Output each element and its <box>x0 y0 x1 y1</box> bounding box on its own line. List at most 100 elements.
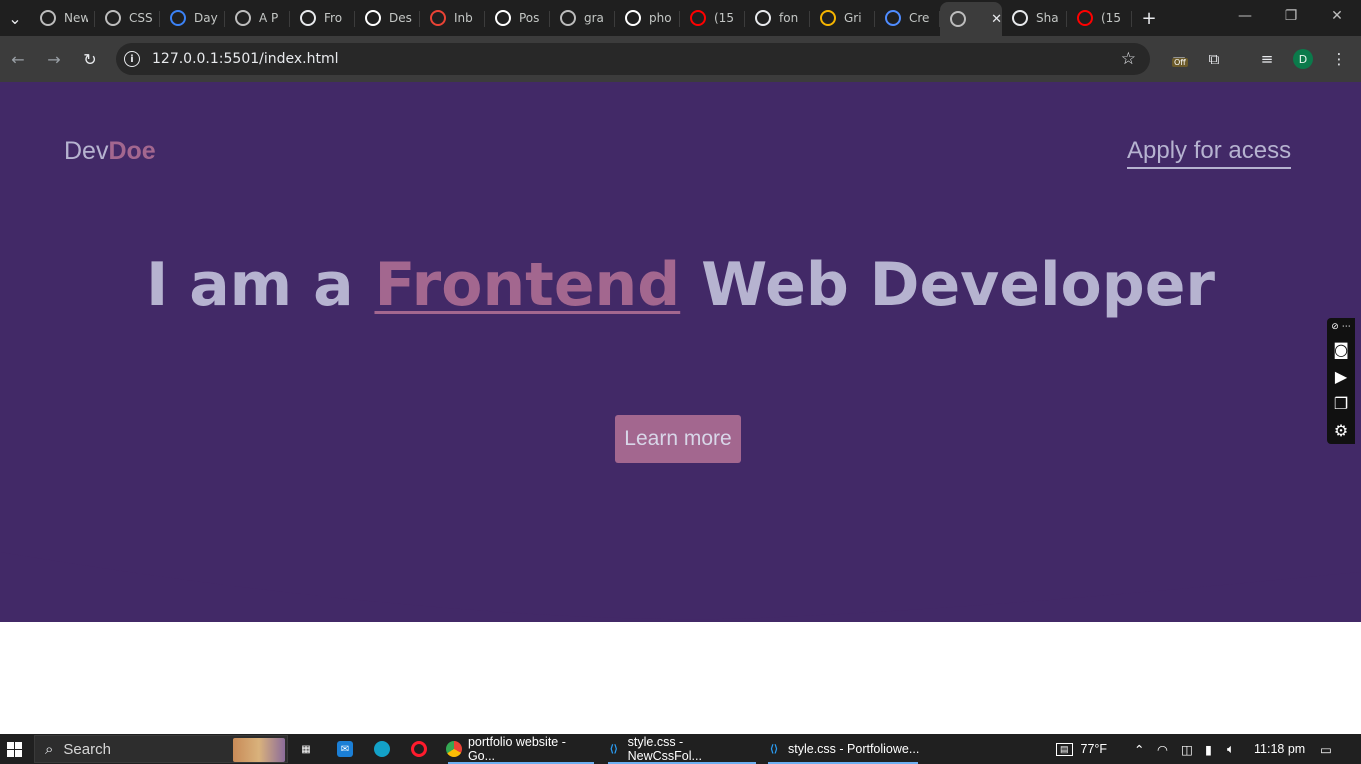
close-window-icon[interactable]: ✕ <box>1314 0 1360 32</box>
site-info-icon[interactable]: i <box>124 51 140 67</box>
tab-title: Inb <box>454 11 473 25</box>
browser-tab[interactable]: (15 <box>680 2 745 34</box>
new-tab-button[interactable]: + <box>1132 2 1166 34</box>
taskbar-app-label: style.css - NewCssFol... <box>627 735 702 763</box>
page-viewport: DevDoe Apply for acess I am a Frontend W… <box>0 82 1361 734</box>
opera-icon[interactable] <box>411 736 433 762</box>
learn-more-button[interactable]: Learn more <box>615 415 741 463</box>
taskbar-app-vscode-2[interactable]: ⟨⟩ style.css - Portfoliowe... <box>766 736 920 764</box>
chrome-icon <box>40 10 56 26</box>
tray-chevron-icon[interactable]: ⌃ <box>1134 734 1144 764</box>
copy-window-icon[interactable]: ❐ <box>1334 390 1348 417</box>
meet-icon[interactable]: ◫ <box>1181 734 1193 764</box>
tab-title: CSS <box>129 11 153 25</box>
search-highlight-image <box>233 738 285 762</box>
settings-gear-icon[interactable]: ⚙ <box>1334 417 1348 444</box>
browser-tab-strip: ⌄ New CSS Day A P Fro Des Inb Pos gra pho (15 fon Gr… <box>0 0 1361 36</box>
taskbar-app-vscode-1[interactable]: ⟨⟩ style.css - NewCssFol... <box>606 735 758 764</box>
openai-icon <box>235 10 251 26</box>
weather-temp: 77°F <box>1080 742 1108 756</box>
taskbar-app-label: style.css - Portfoliowe... <box>788 742 920 756</box>
hero-headline: I am a Frontend Web Developer <box>0 252 1361 318</box>
medal-icon <box>820 10 836 26</box>
start-windows-icon[interactable] <box>0 734 28 764</box>
tab-search-chevron-icon[interactable]: ⌄ <box>0 2 30 34</box>
mail-icon[interactable]: ✉ <box>337 736 359 762</box>
camera-icon[interactable]: ◙ <box>1333 336 1349 363</box>
logo-prefix: Dev <box>64 137 109 165</box>
bookmark-star-icon[interactable]: ☆ <box>1121 49 1136 69</box>
globe-blue-icon <box>170 10 186 26</box>
tab-title: Day <box>194 11 218 25</box>
minimize-icon[interactable]: — <box>1222 0 1268 32</box>
globe-icon <box>950 11 966 27</box>
power-icon[interactable]: ▮ <box>1205 734 1212 764</box>
apply-access-link[interactable]: Apply for acess <box>1127 135 1292 169</box>
headline-highlight: Frontend <box>374 250 681 320</box>
address-bar[interactable]: i 127.0.0.1:5501/index.html ☆ <box>116 43 1150 75</box>
globe-icon <box>560 10 576 26</box>
browser-tab[interactable]: A P <box>225 2 290 34</box>
browser-tab[interactable]: Des <box>355 2 420 34</box>
tab-title: (15 <box>1101 11 1121 25</box>
extensions-puzzle-icon[interactable]: ⧉ <box>1199 44 1229 74</box>
hero-wave-divider <box>0 552 1361 620</box>
headline-before: I am a <box>145 250 354 320</box>
video-camera-icon[interactable]: ▶ <box>1335 363 1347 390</box>
medium-icon <box>495 10 511 26</box>
extension-off-badge: Off <box>1172 58 1188 67</box>
edge-icon[interactable] <box>374 736 396 762</box>
tab-title: Pos <box>519 11 540 25</box>
blob-icon <box>1012 10 1028 26</box>
wifi-icon[interactable]: ◠ <box>1157 734 1168 764</box>
tab-title: Des <box>389 11 412 25</box>
volume-icon[interactable]: 🔈︎ <box>1227 734 1235 764</box>
taskbar-search-box[interactable]: ⌕ Search <box>34 735 288 763</box>
tab-title: (15 <box>714 11 734 25</box>
tab-title: A P <box>259 11 279 25</box>
gmail-icon <box>430 10 446 26</box>
capture-pin-icon[interactable]: ⊘ ⋯ <box>1331 318 1350 336</box>
weather-icon: ▤ <box>1056 742 1073 756</box>
restore-icon[interactable]: ❐ <box>1268 0 1314 32</box>
task-view-icon[interactable]: ▦ <box>298 736 320 762</box>
menu-kebab-icon[interactable]: ⋮ <box>1324 44 1354 74</box>
browser-tab[interactable]: Pos <box>485 2 550 34</box>
tab-title: Fro <box>324 11 343 25</box>
browser-tab[interactable]: CSS <box>95 2 160 34</box>
tab-close-icon[interactable]: ✕ <box>991 12 1002 27</box>
browser-tab[interactable]: Gri <box>810 2 875 34</box>
tab-title: Cre <box>909 11 930 25</box>
browser-tab[interactable]: pho <box>615 2 680 34</box>
browser-tab[interactable]: New <box>30 2 95 34</box>
unsplash-icon <box>625 10 641 26</box>
m-logo-icon <box>105 10 121 26</box>
clock-time[interactable]: 11:18 pm <box>1254 734 1305 764</box>
windows-taskbar: ⌕ Search ▦ ✉ portfolio website - Go... ⟨… <box>0 734 1361 764</box>
reload-icon[interactable]: ↻ <box>72 41 108 77</box>
back-icon[interactable]: ← <box>0 41 36 77</box>
weather-widget[interactable]: ▤ 77°F <box>1056 734 1107 764</box>
tab-title: fon <box>779 11 799 25</box>
reading-list-icon[interactable]: ≡ <box>1252 44 1282 74</box>
capture-toolbar: ⊘ ⋯ ◙ ▶ ❐ ⚙ <box>1327 318 1355 444</box>
browser-tab[interactable]: gra <box>550 2 615 34</box>
profile-avatar[interactable]: D <box>1293 49 1313 69</box>
logo-accent: Doe <box>108 137 156 165</box>
browser-tab[interactable]: Fro <box>290 2 355 34</box>
address-url[interactable]: 127.0.0.1:5501/index.html <box>152 51 339 67</box>
browser-tab[interactable]: Cre <box>875 2 940 34</box>
code-icon <box>755 10 771 26</box>
browser-tab[interactable]: Inb <box>420 2 485 34</box>
browser-tab[interactable]: (15 <box>1067 2 1132 34</box>
notification-icon[interactable]: ▭ <box>1320 734 1332 764</box>
site-logo[interactable]: DevDoe <box>64 137 156 166</box>
browser-tab[interactable]: Sha <box>1002 2 1067 34</box>
browser-tab[interactable]: ✕ <box>940 2 1002 36</box>
forward-icon[interactable]: → <box>36 41 72 77</box>
browser-tab[interactable]: fon <box>745 2 810 34</box>
taskbar-app-chrome[interactable]: portfolio website - Go... <box>446 735 596 764</box>
browser-tab[interactable]: Day <box>160 2 225 34</box>
tab-title: New <box>64 11 88 25</box>
hero-section: DevDoe Apply for acess I am a Frontend W… <box>0 82 1361 622</box>
